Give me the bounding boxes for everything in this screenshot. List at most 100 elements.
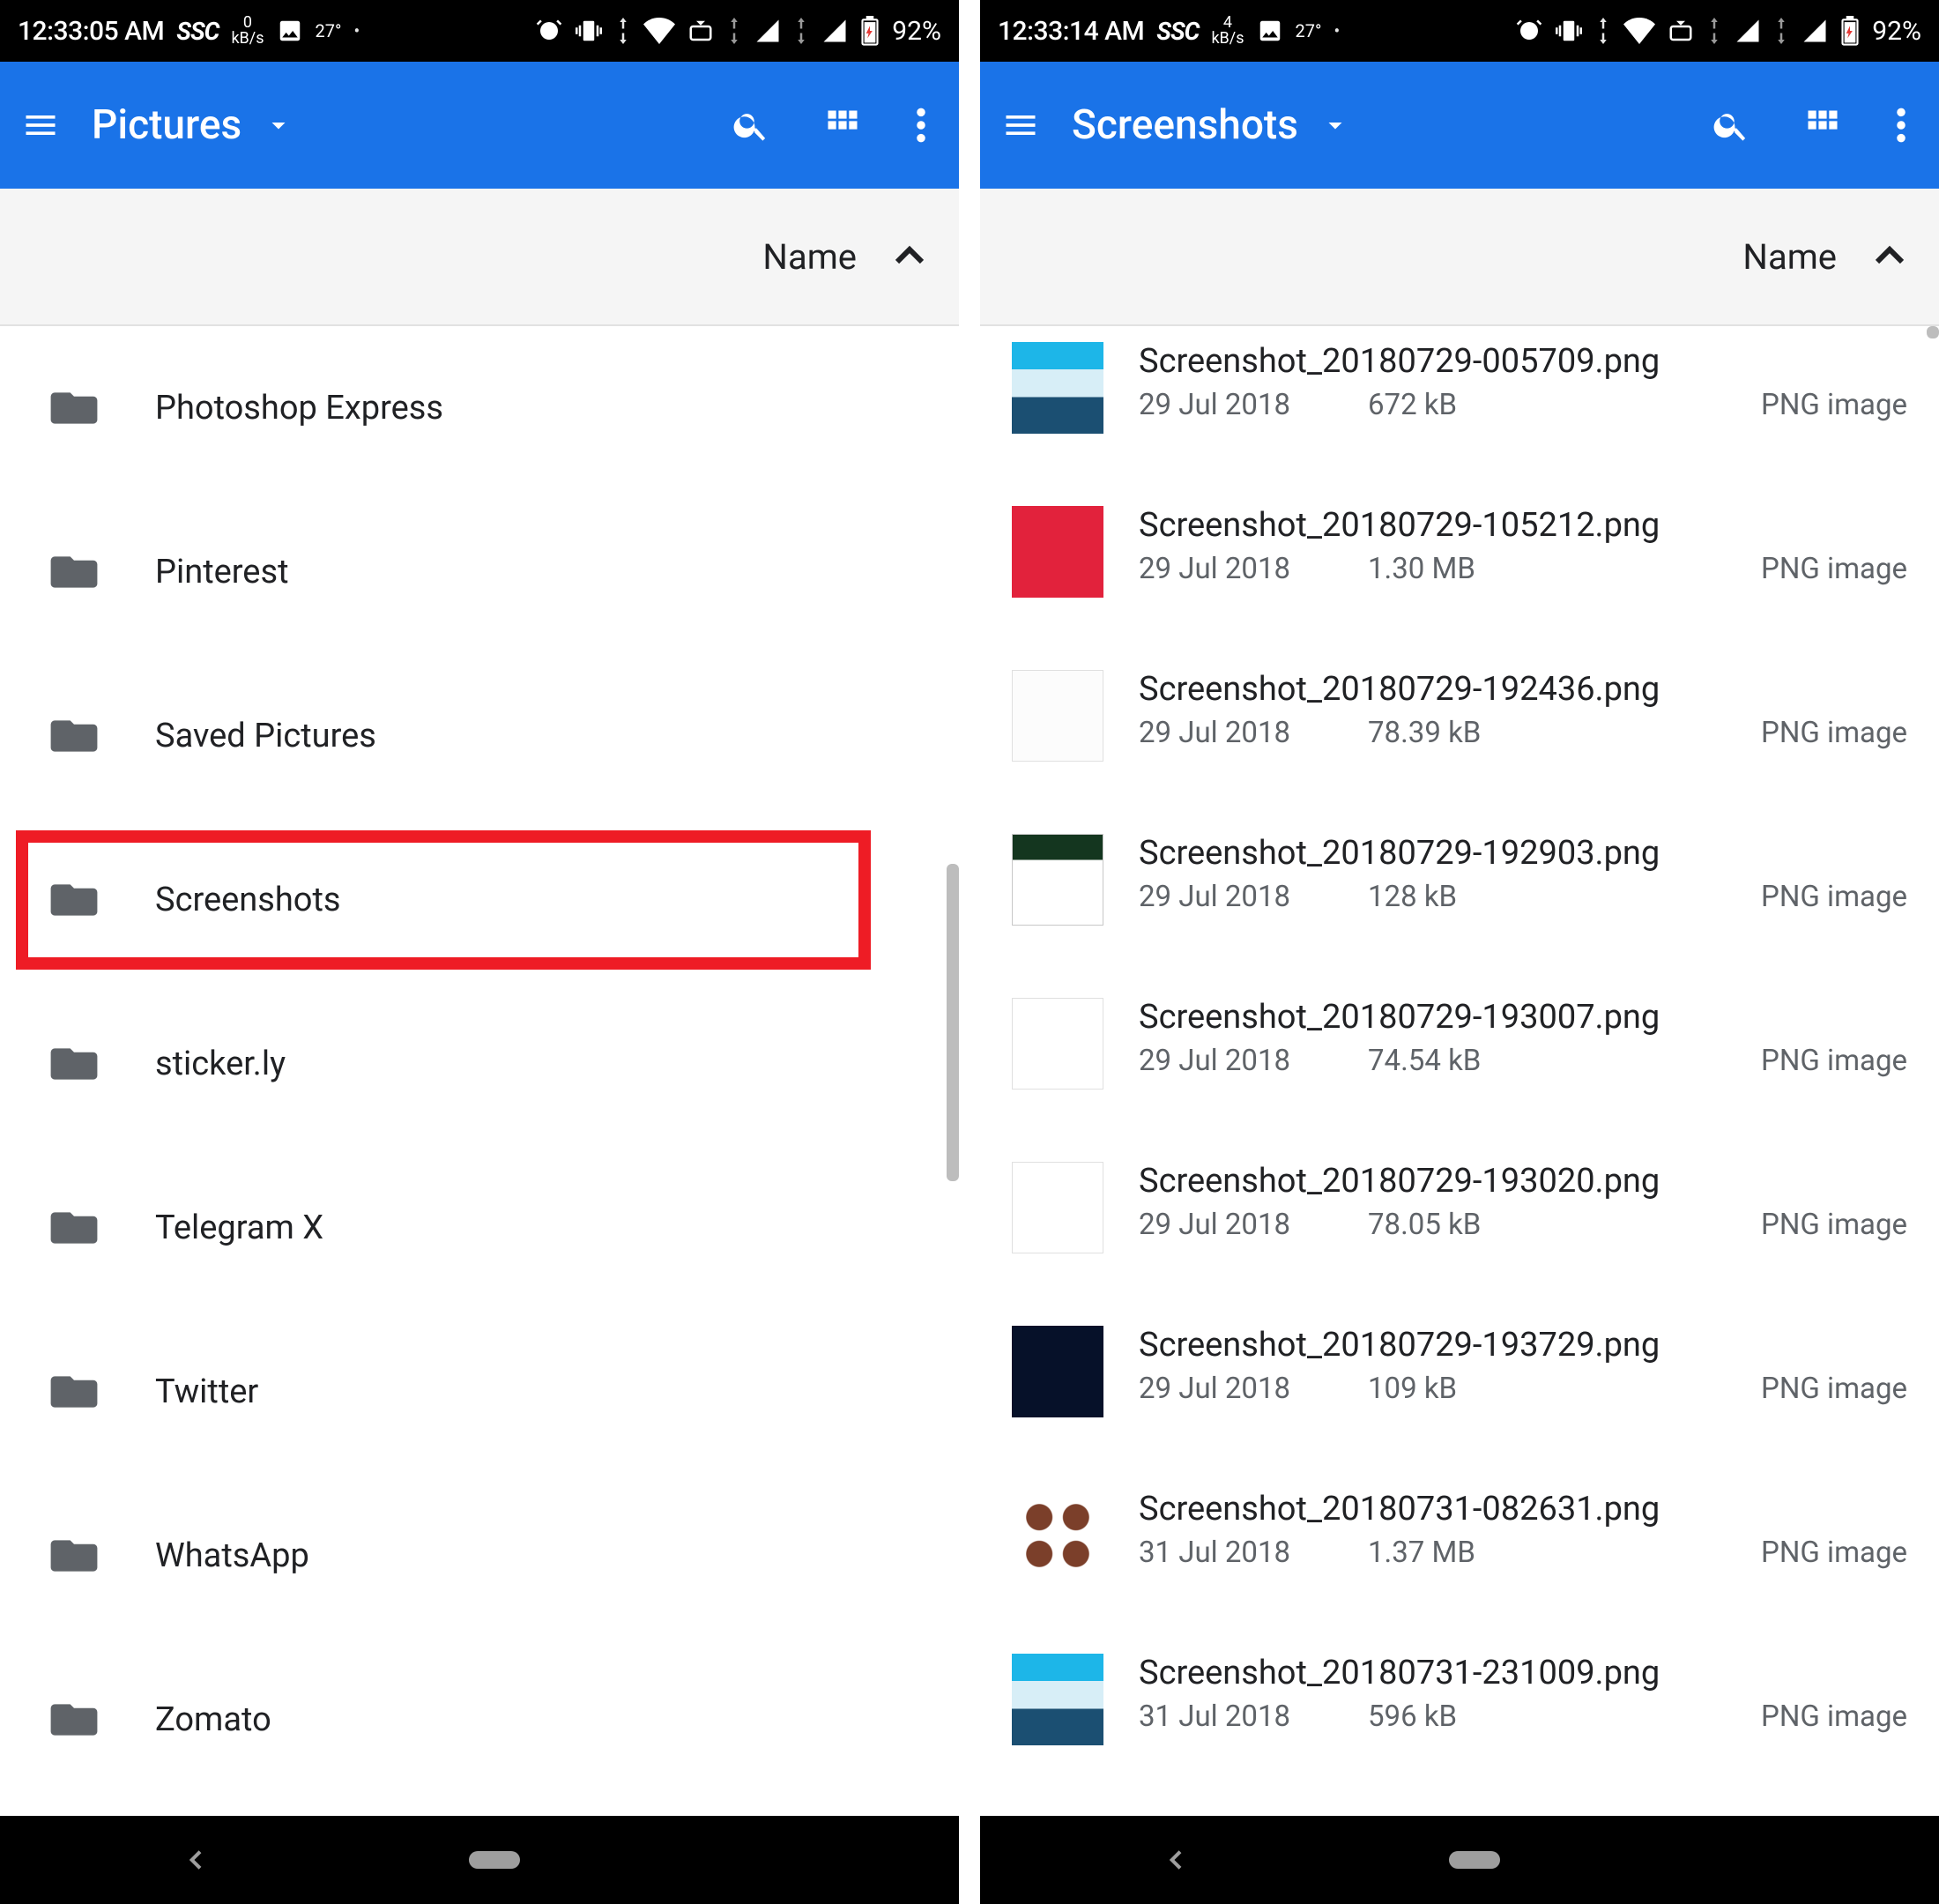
sort-row[interactable]: Name — [980, 189, 1939, 326]
menu-icon[interactable] — [21, 106, 60, 145]
folder-row[interactable]: Twitter — [0, 1310, 959, 1474]
file-row[interactable]: Screenshot_20180729-105212.png29 Jul 201… — [980, 490, 1939, 654]
folder-list[interactable]: Photoshop Express Pinterest Saved Pictures… — [0, 326, 959, 1816]
folder-icon — [49, 389, 99, 428]
folder-icon — [49, 1372, 99, 1411]
file-thumbnail — [1012, 506, 1103, 598]
search-icon[interactable] — [1712, 106, 1750, 145]
recent-placeholder — [778, 1851, 829, 1869]
signal-icon-1 — [754, 18, 781, 44]
back-icon[interactable] — [182, 1846, 211, 1874]
alarm-icon — [536, 18, 562, 44]
status-ssc: SSC — [176, 17, 219, 46]
file-thumbnail — [1012, 670, 1103, 762]
sort-row[interactable]: Name — [0, 189, 959, 326]
file-info: Screenshot_20180731-082631.png31 Jul 201… — [1139, 1490, 1939, 1570]
folder-row[interactable]: sticker.ly — [0, 982, 959, 1146]
file-date: 29 Jul 2018 — [1139, 1372, 1368, 1406]
chevron-up-icon — [888, 235, 931, 278]
status-bar: 12:33:05 AM SSC 0 kB/s 27° • 92% — [0, 0, 959, 62]
scroll-thumb[interactable] — [1927, 326, 1939, 338]
folder-row[interactable]: Screenshots — [0, 818, 959, 982]
battery-icon — [1840, 16, 1860, 46]
chevron-up-icon — [1868, 235, 1911, 278]
file-type: PNG image — [1761, 1208, 1907, 1242]
file-row[interactable]: Screenshot_20180729-193007.png29 Jul 201… — [980, 982, 1939, 1146]
folder-row[interactable]: Telegram X — [0, 1146, 959, 1310]
app-bar: Pictures — [0, 62, 959, 189]
file-size: 109 kB — [1368, 1372, 1761, 1406]
status-left: 12:33:05 AM SSC 0 kB/s 27° • — [18, 15, 360, 47]
folder-label: Pinterest — [155, 553, 289, 591]
menu-icon[interactable] — [1001, 106, 1040, 145]
file-row[interactable]: Screenshot_20180729-192903.png29 Jul 201… — [980, 818, 1939, 982]
status-battery: 92% — [1872, 16, 1921, 47]
folder-label: WhatsApp — [155, 1536, 309, 1575]
file-size: 1.30 MB — [1368, 552, 1761, 586]
file-type: PNG image — [1761, 880, 1907, 914]
file-meta: 29 Jul 201874.54 kBPNG image — [1139, 1044, 1907, 1078]
file-size: 78.05 kB — [1368, 1208, 1761, 1242]
app-title: Screenshots — [1072, 101, 1298, 149]
home-pill[interactable] — [469, 1851, 520, 1869]
file-date: 29 Jul 2018 — [1139, 552, 1368, 586]
scroll-thumb[interactable] — [947, 864, 959, 1181]
folder-label: sticker.ly — [155, 1045, 286, 1083]
swap-icon — [1595, 18, 1611, 44]
folder-row[interactable]: WhatsApp — [0, 1474, 959, 1638]
file-size: 78.39 kB — [1368, 716, 1761, 750]
vibrate-icon — [1555, 18, 1583, 44]
nav-bar — [0, 1816, 959, 1904]
wifi-icon — [643, 18, 675, 44]
folder-icon — [49, 1045, 99, 1083]
file-list[interactable]: Screenshot_20180729-005709.png29 Jul 201… — [980, 326, 1939, 1816]
search-icon[interactable] — [732, 106, 770, 145]
file-thumbnail — [1012, 834, 1103, 926]
file-meta: 29 Jul 201878.05 kBPNG image — [1139, 1208, 1907, 1242]
grid-icon[interactable] — [823, 106, 862, 145]
phone-left: 12:33:05 AM SSC 0 kB/s 27° • 92% — [0, 0, 959, 1904]
status-temp: 27° — [1296, 20, 1322, 41]
folder-row[interactable]: Zomato — [0, 1638, 959, 1802]
status-left: 12:33:14 AM SSC 4 kB/s 27° • — [998, 15, 1340, 47]
file-row[interactable]: Screenshot_20180729-005709.png29 Jul 201… — [980, 326, 1939, 490]
file-row[interactable]: Screenshot_20180729-193020.png 29 Jul 201… — [980, 1146, 1939, 1310]
folder-label: Saved Pictures — [155, 717, 376, 755]
signal-icon-2 — [1802, 18, 1828, 44]
back-icon[interactable] — [1163, 1846, 1191, 1874]
folder-icon — [49, 1209, 99, 1247]
file-row[interactable]: Screenshot_20180731-231009.png31 Jul 201… — [980, 1638, 1939, 1802]
file-type: PNG image — [1761, 552, 1907, 586]
status-ssc: SSC — [1156, 17, 1199, 46]
folder-row[interactable]: Photoshop Express — [0, 326, 959, 490]
status-kbs: 0 kB/s — [231, 15, 264, 47]
file-meta: 29 Jul 20181.30 MBPNG image — [1139, 552, 1907, 586]
alarm-icon — [1516, 18, 1542, 44]
file-row[interactable]: Screenshot_20180729-193729.png29 Jul 201… — [980, 1310, 1939, 1474]
file-info: Screenshot_20180729-193007.png29 Jul 201… — [1139, 998, 1939, 1078]
file-row[interactable]: Screenshot_20180729-192436.png29 Jul 201… — [980, 654, 1939, 818]
folder-label: Screenshots — [155, 881, 341, 919]
folder-icon — [49, 1700, 99, 1739]
image-icon — [1257, 18, 1283, 44]
folder-row[interactable]: Saved Pictures — [0, 654, 959, 818]
grid-icon[interactable] — [1803, 106, 1842, 145]
status-kbs: 4 kB/s — [1211, 15, 1244, 47]
file-name: Screenshot_20180729-193020.png — [1139, 1162, 1907, 1201]
more-icon[interactable] — [915, 106, 927, 145]
title-dropdown[interactable]: Screenshots — [1072, 101, 1712, 149]
swap-icon-3 — [1773, 18, 1789, 44]
file-date: 29 Jul 2018 — [1139, 1208, 1368, 1242]
app-title: Pictures — [92, 101, 241, 149]
status-time: 12:33:14 AM — [998, 16, 1144, 47]
folder-label: Twitter — [155, 1372, 258, 1411]
app-bar-actions — [1712, 106, 1907, 145]
home-pill[interactable] — [1449, 1851, 1500, 1869]
file-meta: 29 Jul 2018128 kBPNG image — [1139, 880, 1907, 914]
folder-row[interactable]: Pinterest — [0, 490, 959, 654]
swap-icon-2 — [726, 18, 742, 44]
more-icon[interactable] — [1895, 106, 1907, 145]
file-row[interactable]: Screenshot_20180731-082631.png31 Jul 201… — [980, 1474, 1939, 1638]
title-dropdown[interactable]: Pictures — [92, 101, 732, 149]
file-thumbnail — [1012, 1162, 1103, 1253]
